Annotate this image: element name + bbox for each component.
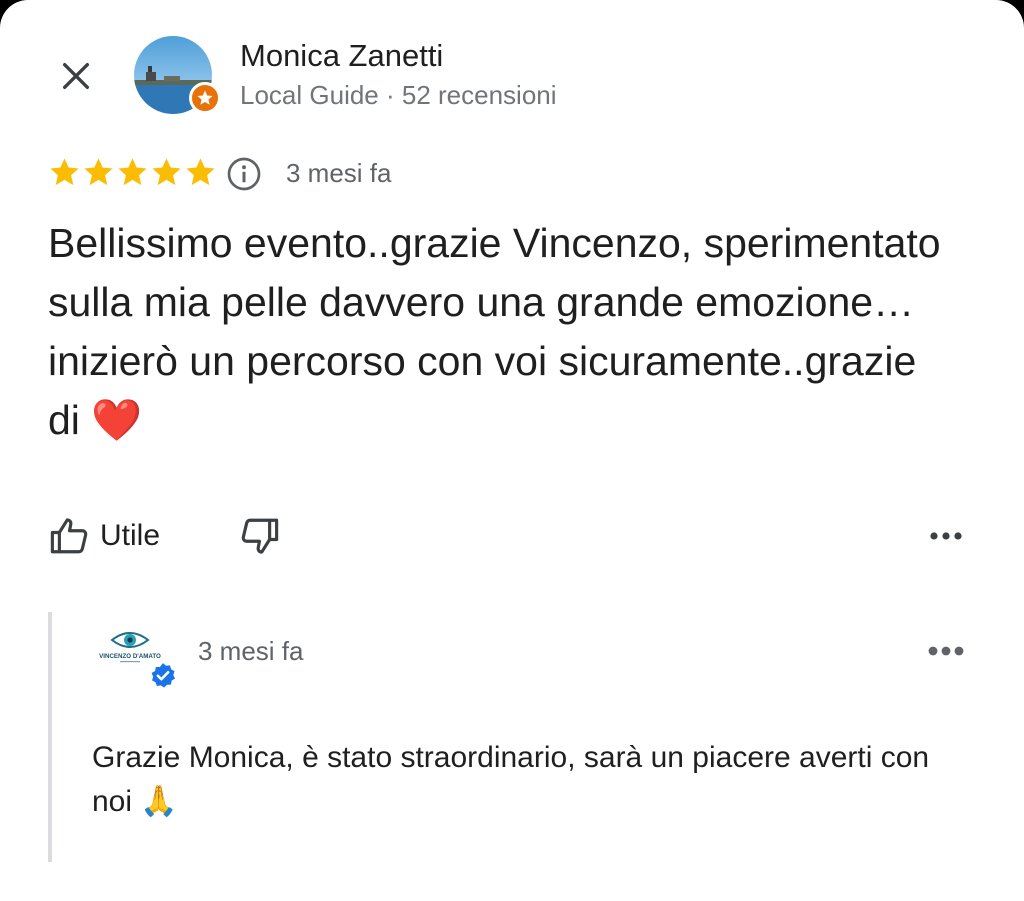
review-time: 3 mesi fa — [286, 158, 392, 188]
reply-time: 3 mesi fa — [198, 636, 304, 666]
dislike-button[interactable] — [236, 512, 284, 560]
star-icon — [152, 158, 181, 186]
owner-logo-text: VINCENZO D'AMATO — [99, 653, 161, 660]
local-guide-badge — [189, 82, 221, 114]
star-icon — [186, 158, 215, 186]
review-sheet: Monica Zanetti Local Guide · 52 recensio… — [0, 0, 1024, 901]
review-text: Bellissimo evento..grazie Vincenzo, sper… — [48, 220, 941, 443]
star-rating — [48, 156, 217, 189]
local-guide-star-icon — [197, 90, 213, 105]
close-button[interactable] — [52, 52, 100, 100]
close-icon — [62, 62, 90, 90]
helpful-label: Utile — [100, 519, 161, 552]
more-horizontal-icon — [930, 532, 962, 540]
info-icon[interactable] — [226, 156, 262, 192]
star-icon — [50, 158, 79, 186]
helpful-button[interactable]: Utile — [48, 512, 160, 560]
star-icon — [84, 158, 113, 186]
more-horizontal-icon — [928, 646, 964, 656]
reply-more-button[interactable] — [922, 627, 970, 675]
review-more-button[interactable] — [922, 512, 970, 560]
verified-check-icon — [151, 663, 176, 688]
reviewer-name[interactable]: Monica Zanetti — [240, 38, 443, 74]
thumb-up-icon — [50, 518, 88, 554]
thumb-down-icon — [241, 518, 279, 554]
reviewer-meta: Local Guide · 52 recensioni — [240, 80, 557, 110]
reply-divider — [48, 612, 52, 862]
star-icon — [118, 158, 147, 186]
reply-text: Grazie Monica, è stato straordinario, sa… — [92, 741, 930, 818]
